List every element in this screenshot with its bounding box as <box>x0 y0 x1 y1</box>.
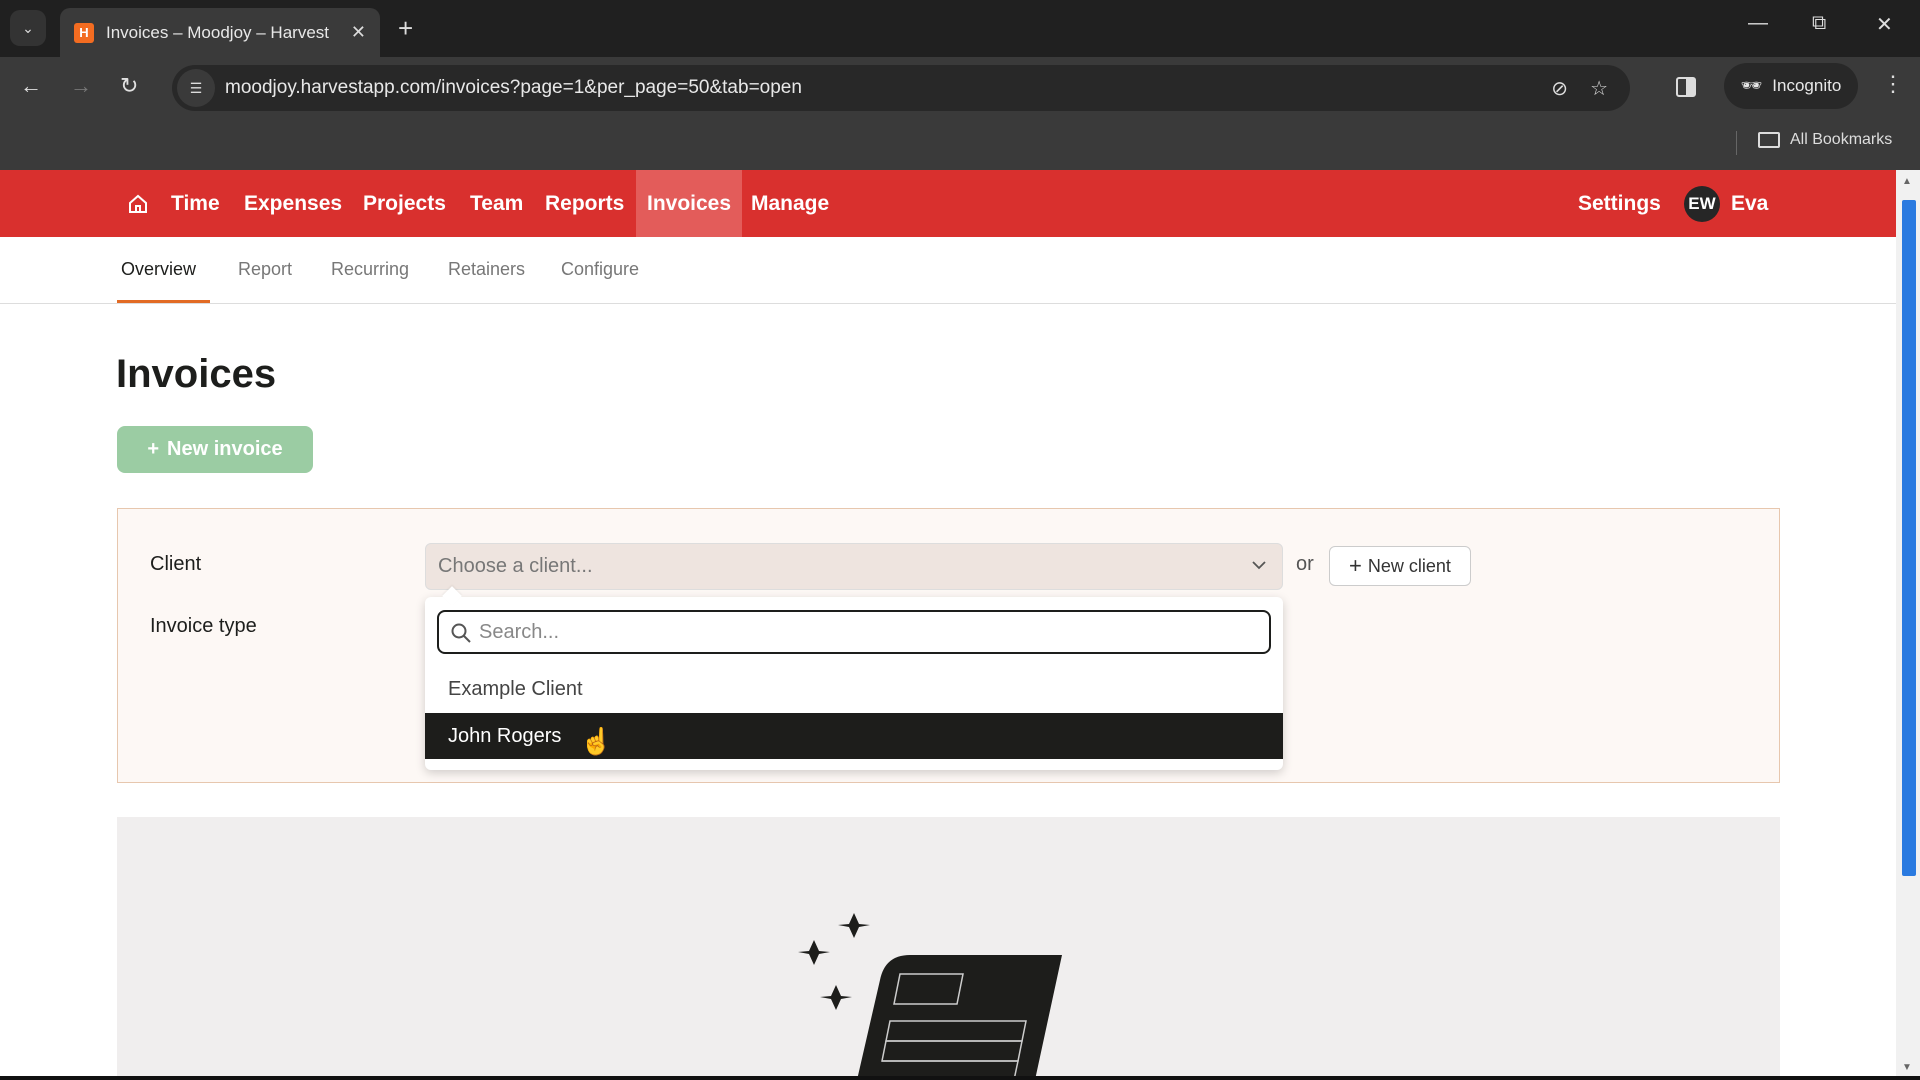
nav-settings[interactable]: Settings <box>1567 170 1672 237</box>
or-text: or <box>1296 553 1314 575</box>
chevron-down-icon: ⌄ <box>22 19 34 36</box>
client-search-input[interactable] <box>479 620 1269 644</box>
browser-toolbar: ← → ↻ ☰ moodjoy.harvestapp.com/invoices?… <box>0 57 1920 121</box>
subnav-retainers[interactable]: Retainers <box>448 259 525 280</box>
close-window-icon[interactable]: ✕ <box>1876 12 1893 37</box>
active-tab-underline <box>117 300 210 303</box>
url-text[interactable]: moodjoy.harvestapp.com/invoices?page=1&p… <box>225 77 1551 99</box>
new-invoice-button[interactable]: + New invoice <box>117 426 313 473</box>
back-icon[interactable]: ← <box>20 73 42 99</box>
incognito-label: Incognito <box>1772 76 1842 95</box>
reload-icon[interactable]: ↻ <box>120 73 138 99</box>
scroll-down-icon[interactable]: ▼ <box>1902 1062 1912 1073</box>
app-nav-bar: Time Expenses Projects Team Reports Invo… <box>0 170 1896 237</box>
eye-off-icon[interactable]: ⊘ <box>1551 76 1568 101</box>
dropdown-option-john-rogers[interactable]: John Rogers <box>425 713 1283 759</box>
client-select-placeholder: Choose a client... <box>438 555 593 577</box>
all-bookmarks-button[interactable]: All Bookmarks <box>1758 131 1892 149</box>
restore-icon[interactable]: ⧉ <box>1812 12 1826 35</box>
folder-icon <box>1758 132 1780 148</box>
address-bar[interactable]: ☰ moodjoy.harvestapp.com/invoices?page=1… <box>172 65 1630 111</box>
dropdown-option-example-client[interactable]: Example Client <box>425 666 1283 712</box>
incognito-icon: 🕶 <box>1740 76 1763 95</box>
tab-title: Invoices – Moodjoy – Harvest <box>106 22 329 42</box>
bottom-edge <box>0 1076 1920 1080</box>
pointer-cursor-icon: ☝ <box>580 726 613 756</box>
subnav-report[interactable]: Report <box>238 259 292 280</box>
scroll-up-icon[interactable]: ▲ <box>1902 176 1912 187</box>
nav-expenses[interactable]: Expenses <box>233 170 353 237</box>
new-tab-icon[interactable]: + <box>398 14 413 42</box>
plus-icon: + <box>147 438 160 460</box>
avatar[interactable]: EW <box>1684 186 1720 222</box>
subnav-overview[interactable]: Overview <box>121 259 196 280</box>
chevron-down-icon <box>1252 561 1266 570</box>
bookmarks-divider <box>1736 131 1737 155</box>
browser-titlebar: ⌄ H Invoices – Moodjoy – Harvest ✕ + — ⧉… <box>0 0 1920 57</box>
incognito-badge[interactable]: 🕶 Incognito <box>1724 63 1858 109</box>
site-info-icon[interactable]: ☰ <box>177 69 215 107</box>
sparkle-icon <box>820 985 852 1010</box>
side-panel-icon[interactable] <box>1676 77 1696 97</box>
scrollbar-thumb[interactable] <box>1902 200 1916 876</box>
new-invoice-label: New invoice <box>167 438 283 460</box>
star-icon[interactable]: ☆ <box>1590 76 1608 101</box>
nav-time[interactable]: Time <box>160 170 231 237</box>
nav-invoices[interactable]: Invoices <box>636 170 743 237</box>
nav-team[interactable]: Team <box>459 170 534 237</box>
nav-reports[interactable]: Reports <box>534 170 635 237</box>
home-icon[interactable] <box>126 192 150 216</box>
nav-projects[interactable]: Projects <box>352 170 457 237</box>
client-select[interactable]: Choose a client... <box>425 543 1283 590</box>
bookmarks-bar: All Bookmarks <box>0 121 1920 170</box>
browser-tab[interactable]: H Invoices – Moodjoy – Harvest ✕ <box>60 8 380 57</box>
subnav-recurring[interactable]: Recurring <box>331 259 409 280</box>
client-dropdown: Example Client John Rogers <box>425 597 1283 770</box>
plus-icon: + <box>1349 553 1362 578</box>
user-menu[interactable]: Eva <box>1720 170 1779 237</box>
page-title: Invoices <box>116 352 277 396</box>
sparkle-icon <box>798 940 830 965</box>
invoice-illustration-icon <box>798 913 1062 1080</box>
minimize-icon[interactable]: — <box>1748 12 1768 35</box>
client-search-field[interactable] <box>437 610 1271 654</box>
forward-icon[interactable]: → <box>70 73 92 99</box>
subnav-configure[interactable]: Configure <box>561 259 639 280</box>
nav-manage[interactable]: Manage <box>740 170 840 237</box>
all-bookmarks-label: All Bookmarks <box>1790 131 1893 148</box>
harvest-favicon-icon: H <box>74 22 94 43</box>
invoice-type-label: Invoice type <box>150 615 257 637</box>
close-tab-icon[interactable]: ✕ <box>351 22 366 43</box>
tab-search-button[interactable]: ⌄ <box>10 10 46 46</box>
more-menu-icon[interactable]: ⋮ <box>1882 71 1904 97</box>
client-label: Client <box>150 553 202 575</box>
sub-nav: Overview Report Recurring Retainers Conf… <box>0 237 1896 304</box>
search-icon <box>451 623 471 643</box>
sparkle-icon <box>838 913 870 938</box>
new-client-button[interactable]: + New client <box>1329 546 1471 586</box>
new-client-label: New client <box>1367 555 1451 576</box>
